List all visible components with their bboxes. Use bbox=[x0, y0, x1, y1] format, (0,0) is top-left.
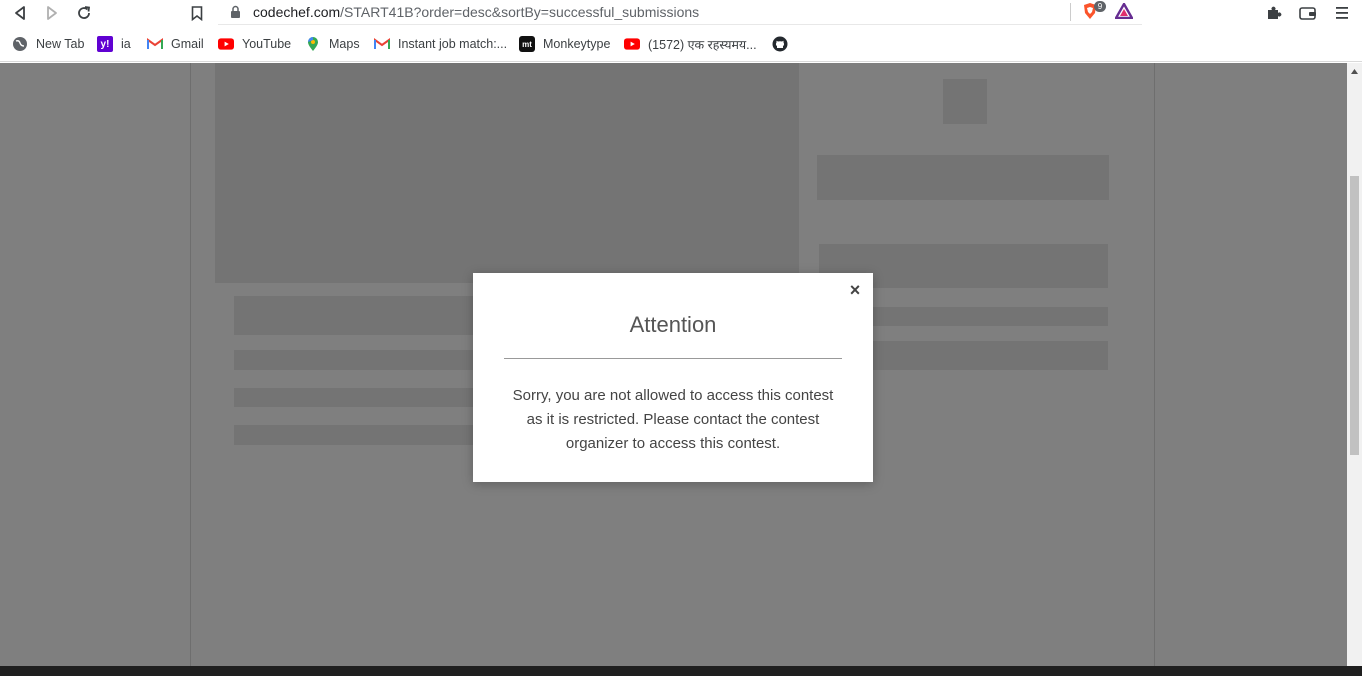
reload-icon bbox=[78, 6, 91, 19]
bookmark-youtube[interactable]: YouTube bbox=[218, 35, 291, 53]
scrollbar-thumb[interactable] bbox=[1350, 176, 1359, 455]
forward-arrow-icon bbox=[47, 6, 57, 20]
shield-count-badge: 9 bbox=[1094, 1, 1106, 12]
url-path: /START41B?order=desc&sortBy=successful_s… bbox=[340, 4, 700, 20]
gmail-icon bbox=[147, 36, 163, 52]
maps-icon bbox=[305, 36, 321, 52]
youtube-icon bbox=[218, 36, 234, 52]
bookmark-label: ia bbox=[121, 37, 131, 51]
globe-icon bbox=[12, 36, 28, 52]
vertical-scrollbar[interactable] bbox=[1347, 63, 1362, 666]
browser-toolbar: codechef.com/START41B?order=desc&sortBy=… bbox=[0, 0, 1362, 27]
address-bar[interactable]: codechef.com/START41B?order=desc&sortBy=… bbox=[218, 0, 1142, 25]
bookmark-ia[interactable]: y! ia bbox=[97, 35, 131, 53]
bookmark-label: YouTube bbox=[242, 37, 292, 51]
back-button[interactable] bbox=[9, 3, 31, 23]
modal-title: Attention bbox=[629, 312, 717, 337]
wallet-button[interactable] bbox=[1297, 3, 1319, 23]
lock-icon bbox=[231, 5, 240, 18]
extensions-button[interactable] bbox=[1263, 3, 1285, 23]
bookmark-monkeytype[interactable]: mt Monkeytype bbox=[519, 35, 610, 53]
puzzle-icon bbox=[1268, 6, 1282, 19]
os-taskbar-edge bbox=[0, 666, 1362, 676]
attention-modal: × Attention Sorry, you are not allowed t… bbox=[473, 273, 873, 482]
bookmark-icon bbox=[191, 5, 203, 21]
bookmark-label: Instant job match:... bbox=[398, 37, 508, 51]
forward-button[interactable] bbox=[41, 3, 63, 23]
scroll-up-button[interactable] bbox=[1347, 63, 1362, 80]
modal-divider bbox=[504, 358, 842, 359]
bookmark-label: New Tab bbox=[36, 37, 85, 51]
url-host: codechef.com bbox=[253, 4, 341, 20]
reload-button[interactable] bbox=[73, 3, 95, 23]
youtube-icon bbox=[624, 36, 640, 52]
scroll-up-arrow-icon bbox=[1351, 69, 1358, 74]
omnibox-separator bbox=[1070, 3, 1071, 21]
menu-button[interactable] bbox=[1331, 3, 1353, 23]
bookmark-gmail[interactable]: Gmail bbox=[147, 35, 204, 53]
wallet-icon bbox=[1299, 6, 1316, 20]
monkeytype-icon: mt bbox=[519, 36, 535, 52]
bookmark-github[interactable] bbox=[772, 35, 796, 53]
close-icon[interactable]: × bbox=[847, 281, 863, 299]
brave-rewards-icon[interactable] bbox=[1115, 3, 1133, 19]
bookmark-label: Maps bbox=[329, 37, 360, 51]
yahoo-icon: y! bbox=[97, 36, 113, 52]
back-arrow-icon bbox=[15, 6, 25, 20]
bookmark-label: (1572) एक रहस्यमय... bbox=[648, 37, 757, 52]
bookmark-page-button[interactable] bbox=[186, 3, 208, 23]
modal-message: Sorry, you are not allowed to access thi… bbox=[512, 387, 834, 452]
bookmark-label: Gmail bbox=[171, 37, 204, 51]
bookmarks-bar: New Tab y! ia Gmail YouTube Maps Instant… bbox=[0, 27, 1362, 62]
bookmark-new-tab[interactable]: New Tab bbox=[12, 35, 84, 53]
bookmark-youtube-video[interactable]: (1572) एक रहस्यमय... bbox=[624, 35, 757, 53]
bookmark-instant-job-match[interactable]: Instant job match:... bbox=[374, 35, 507, 53]
github-icon bbox=[772, 36, 788, 52]
bookmark-label: Monkeytype bbox=[543, 37, 611, 51]
page-viewport: × Attention Sorry, you are not allowed t… bbox=[0, 63, 1347, 666]
url-text: codechef.com/START41B?order=desc&sortBy=… bbox=[253, 4, 699, 20]
gmail-icon bbox=[374, 36, 390, 52]
bookmark-maps[interactable]: Maps bbox=[305, 35, 360, 53]
hamburger-menu-icon bbox=[1336, 7, 1348, 19]
